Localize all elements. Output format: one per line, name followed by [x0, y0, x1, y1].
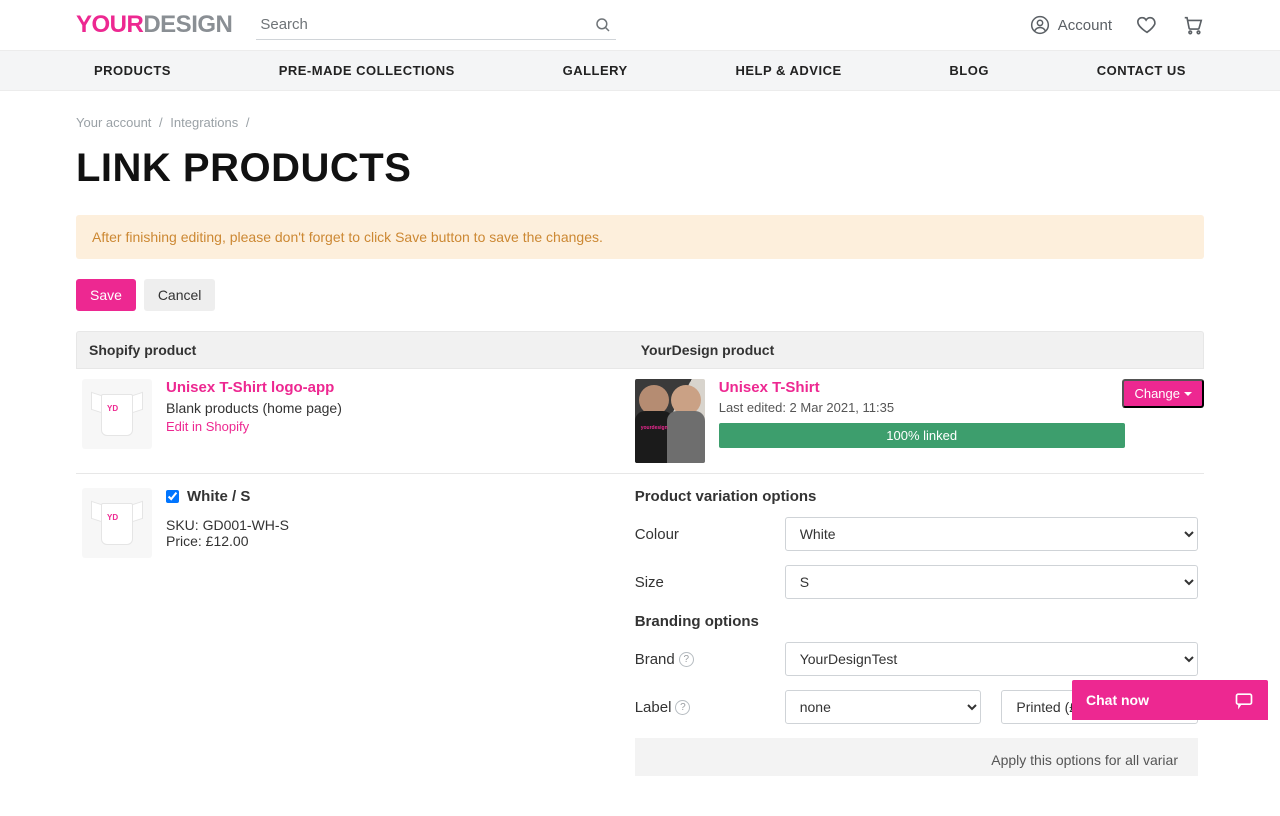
breadcrumb-account[interactable]: Your account	[76, 115, 151, 130]
table-header: Shopify product YourDesign product	[76, 331, 1204, 369]
variant-sku: SKU: GD001-WH-S	[166, 517, 289, 533]
edit-in-shopify-link[interactable]: Edit in Shopify	[166, 419, 249, 434]
label-colour: Colour	[635, 526, 785, 543]
breadcrumb-integrations[interactable]: Integrations	[170, 115, 238, 130]
cancel-button[interactable]: Cancel	[144, 279, 216, 311]
logo-part2: DESIGN	[143, 11, 232, 39]
help-icon[interactable]: ?	[679, 652, 694, 667]
label-brand: Brand	[635, 651, 675, 668]
account-label: Account	[1058, 17, 1112, 34]
select-colour[interactable]: White	[785, 517, 1198, 551]
caret-down-icon	[1184, 392, 1192, 396]
nav-help-advice[interactable]: HELP & ADVICE	[717, 51, 859, 90]
shopify-product-title[interactable]: Unisex T-Shirt logo-app	[166, 379, 342, 396]
alert-banner: After finishing editing, please don't fo…	[76, 215, 1204, 259]
breadcrumb-sep: /	[159, 115, 163, 130]
nav-products[interactable]: PRODUCTS	[76, 51, 189, 90]
breadcrumb-sep: /	[246, 115, 250, 130]
nav-blog[interactable]: BLOG	[931, 51, 1007, 90]
select-size[interactable]: S	[785, 565, 1198, 599]
chat-icon	[1234, 690, 1254, 710]
select-brand[interactable]: YourDesignTest	[785, 642, 1198, 676]
logo-part1: YOUR	[76, 11, 143, 39]
shopify-product-meta: Blank products (home page)	[166, 400, 342, 416]
search-icon[interactable]	[594, 16, 612, 34]
nav-gallery[interactable]: GALLERY	[545, 51, 646, 90]
user-icon	[1030, 15, 1050, 35]
logo[interactable]: YOURDESIGN	[76, 11, 232, 39]
page-title: LINK PRODUCTS	[76, 146, 1204, 191]
cart-icon[interactable]	[1182, 14, 1204, 36]
main-nav: PRODUCTS PRE-MADE COLLECTIONS GALLERY HE…	[0, 50, 1280, 91]
label-label: Label	[635, 699, 672, 716]
label-size: Size	[635, 574, 785, 591]
linked-progress: 100% linked	[719, 423, 1125, 448]
chat-widget[interactable]: Chat now	[1072, 680, 1268, 720]
apply-options-bar[interactable]: Apply this options for all variar	[635, 738, 1198, 776]
col-yourdesign-product: YourDesign product	[629, 332, 1203, 368]
change-label: Change	[1134, 386, 1180, 401]
chat-label: Chat now	[1086, 692, 1149, 708]
shopify-product-thumb: YD	[82, 379, 152, 449]
search-field-wrap	[256, 10, 616, 40]
col-shopify-product: Shopify product	[77, 332, 629, 368]
search-input[interactable]	[256, 10, 616, 39]
variant-price: Price: £12.00	[166, 533, 289, 549]
save-button[interactable]: Save	[76, 279, 136, 311]
wishlist-icon[interactable]	[1136, 14, 1158, 36]
product-row: YD Unisex T-Shirt logo-app Blank product…	[76, 369, 1204, 474]
select-label-option[interactable]: none	[785, 690, 982, 724]
variant-checkbox[interactable]	[166, 490, 179, 503]
yd-product-thumb: yourdesign	[635, 379, 705, 463]
nav-contact-us[interactable]: CONTACT US	[1079, 51, 1204, 90]
nav-premade-collections[interactable]: PRE-MADE COLLECTIONS	[261, 51, 473, 90]
breadcrumb: Your account / Integrations /	[76, 91, 1204, 140]
variant-row: YD White / S SKU: GD001-WH-S Price: £12.…	[76, 474, 1204, 776]
change-button[interactable]: Change	[1122, 379, 1204, 408]
account-link[interactable]: Account	[1030, 15, 1112, 35]
variation-options-heading: Product variation options	[635, 488, 1198, 505]
variant-name: White / S	[187, 488, 250, 505]
branding-options-heading: Branding options	[635, 613, 1198, 630]
help-icon[interactable]: ?	[675, 700, 690, 715]
variant-thumb: YD	[82, 488, 152, 558]
